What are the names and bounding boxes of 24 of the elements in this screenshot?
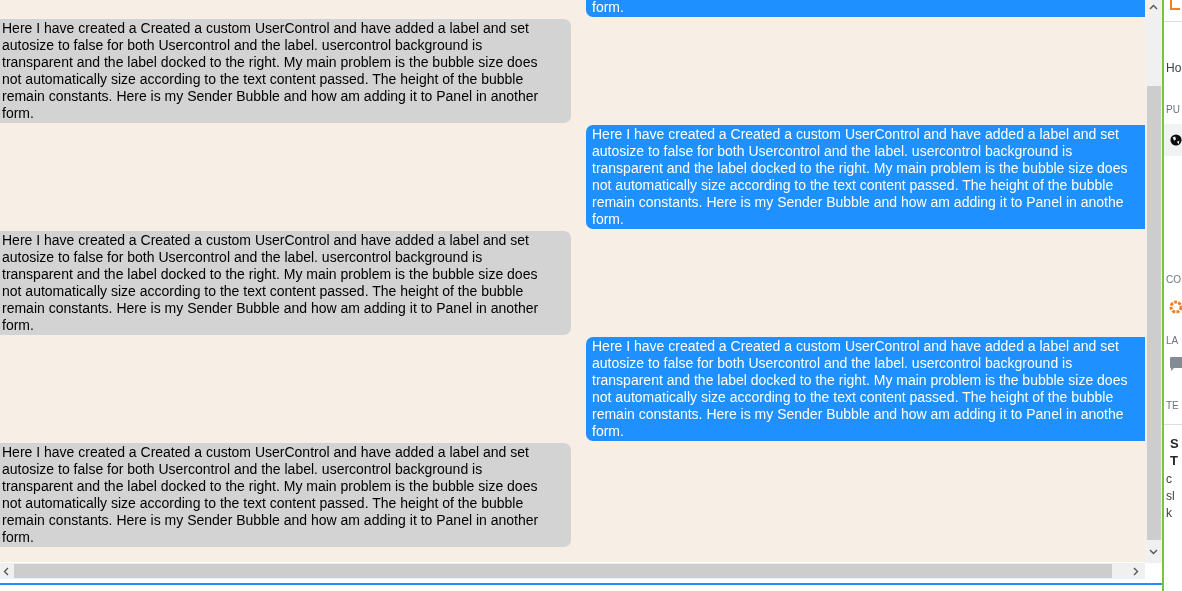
scroll-up-icon[interactable] bbox=[1149, 4, 1158, 10]
scrollbar-thumb[interactable] bbox=[14, 564, 1112, 578]
sidebar-heading: PU bbox=[1165, 103, 1181, 116]
horizontal-scrollbar[interactable] bbox=[0, 563, 1145, 579]
sidebar-text: Ho bbox=[1165, 60, 1182, 77]
badge-icon bbox=[1169, 300, 1182, 314]
sidebar-heading: LA bbox=[1165, 334, 1180, 347]
sent-message-bubble: form. bbox=[586, 0, 1145, 17]
scroll-left-icon[interactable] bbox=[3, 566, 9, 576]
scrollbar-thumb[interactable] bbox=[1146, 86, 1161, 540]
scroll-down-icon[interactable] bbox=[1149, 549, 1158, 555]
sidebar-text: c sl k bbox=[1165, 471, 1176, 522]
sidebar-heading: CO bbox=[1165, 273, 1182, 286]
comment-icon bbox=[1170, 357, 1182, 372]
scroll-right-icon[interactable] bbox=[1133, 566, 1139, 576]
received-message-bubble: Here I have created a Created a custom UserControl and have added a label and set autosize to false for both Usercontrol and the label. usercontrol background is transparent and the label docked to the right. My main problem is the bubble size does not automatically size according to the text content passed. The height of the bubble remain constants. Here is my Sender Bubble and how am adding it to Panel in another form. bbox=[0, 231, 571, 335]
vertical-scrollbar[interactable] bbox=[1145, 0, 1162, 563]
received-message-bubble: Here I have created a Created a custom UserControl and have added a label and set autosize to false for both Usercontrol and the label. usercontrol background is transparent and the label docked to the right. My main problem is the bubble size does not automatically size according to the text content passed. The height of the bubble remain constants. Here is my Sender Bubble and how am adding it to Panel in another form. bbox=[0, 443, 571, 547]
received-message-bubble: Here I have created a Created a custom UserControl and have added a label and set autosize to false for both Usercontrol and the label. usercontrol background is transparent and the label docked to the right. My main problem is the bubble size does not automatically size according to the text content passed. The height of the bubble remain constants. Here is my Sender Bubble and how am adding it to Panel in another form. bbox=[0, 19, 571, 123]
sent-message-bubble: Here I have created a Created a custom UserControl and have added a label and set autosize to false for both Usercontrol and the label. usercontrol background is transparent and the label docked to the right. My main problem is the bubble size does not automatically size according to the text content passed. The height of the bubble remain constants. Here is my Sender Bubble and how am adding it to Panel in anothe form. bbox=[586, 125, 1145, 229]
sidebar-title: S T bbox=[1164, 424, 1182, 469]
logo-icon bbox=[1170, 0, 1180, 10]
sidebar-heading: TE bbox=[1165, 399, 1180, 412]
sent-message-bubble: Here I have created a Created a custom UserControl and have added a label and set autosize to false for both Usercontrol and the label. usercontrol background is transparent and the label docked to the right. My main problem is the bubble size does not automatically size according to the text content passed. The height of the bubble remain constants. Here is my Sender Bubble and how am adding it to Panel in anothe form. bbox=[586, 337, 1145, 441]
